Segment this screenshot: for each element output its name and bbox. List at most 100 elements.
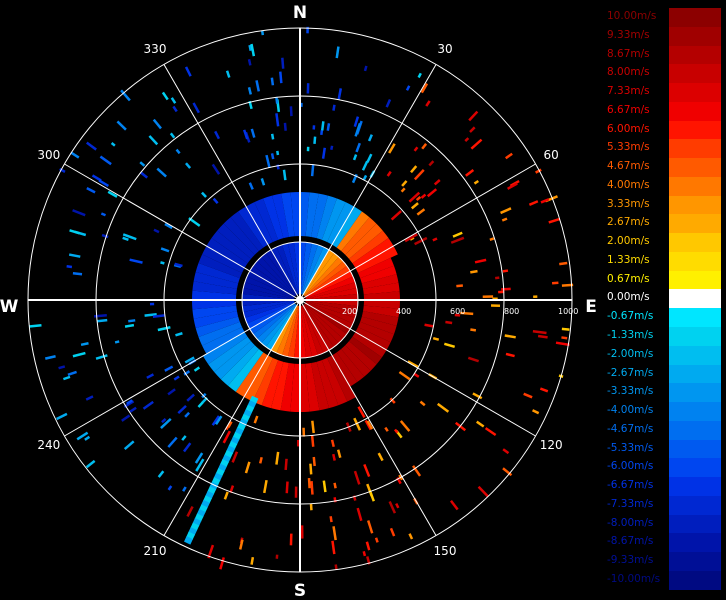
echo-streak bbox=[425, 100, 431, 107]
legend-label: -2.00m/s bbox=[607, 347, 654, 360]
east-label: E bbox=[585, 297, 597, 317]
echo-streak bbox=[250, 128, 256, 138]
echo-streak bbox=[62, 375, 71, 381]
legend-label: -2.67m/s bbox=[607, 366, 654, 379]
legend-entry: 9.33m/s bbox=[605, 26, 721, 46]
legend-entry: 0.67m/s bbox=[605, 270, 721, 290]
echo-streak bbox=[238, 539, 244, 550]
echo-streak bbox=[356, 507, 363, 522]
legend-label: 3.33m/s bbox=[607, 197, 650, 210]
echo-streak bbox=[433, 179, 441, 186]
echo-streak bbox=[388, 501, 397, 514]
legend-entry: -2.67m/s bbox=[605, 364, 721, 384]
echo-streak bbox=[29, 323, 42, 328]
echo-streak bbox=[333, 482, 337, 489]
echo-streak bbox=[489, 237, 495, 241]
echo-streak bbox=[470, 138, 483, 150]
legend-label: -6.67m/s bbox=[607, 479, 654, 492]
echo-streak bbox=[175, 148, 181, 155]
legend-swatch bbox=[669, 214, 721, 234]
echo-streak bbox=[279, 71, 283, 84]
echo-streak bbox=[407, 360, 419, 368]
legend-label: -6.00m/s bbox=[607, 460, 654, 473]
echo-streak bbox=[72, 271, 83, 276]
echo-streak bbox=[363, 463, 371, 478]
echo-streak bbox=[101, 233, 109, 239]
echo-streak bbox=[84, 435, 91, 441]
echo-streak bbox=[193, 366, 201, 372]
range-label: 1000 bbox=[558, 307, 578, 316]
polar-grid bbox=[27, 27, 573, 573]
north-label: N bbox=[293, 3, 307, 23]
legend-label: -9.33m/s bbox=[607, 554, 654, 567]
echo-streak bbox=[502, 269, 509, 273]
echo-streak bbox=[559, 261, 568, 266]
echo-streak bbox=[167, 436, 178, 448]
echo-streak bbox=[167, 485, 173, 491]
echo-streak bbox=[551, 281, 559, 285]
echo-streak bbox=[561, 336, 568, 340]
echo-streak bbox=[244, 461, 251, 474]
echo-streak bbox=[186, 393, 195, 402]
echo-streak bbox=[192, 102, 200, 114]
echo-streak bbox=[398, 370, 411, 381]
echo-streak bbox=[432, 237, 438, 242]
echo-streak bbox=[160, 247, 170, 253]
echo-streak bbox=[275, 451, 280, 465]
legend-label: 7.33m/s bbox=[607, 85, 650, 98]
echo-streak bbox=[445, 320, 453, 325]
echo-streak bbox=[201, 191, 207, 198]
echo-streak bbox=[385, 99, 392, 108]
echo-streak bbox=[335, 46, 340, 59]
echo-streak bbox=[428, 160, 435, 167]
legend-label: -4.00m/s bbox=[607, 404, 654, 417]
legend-label: 8.67m/s bbox=[607, 47, 650, 60]
echo-streak bbox=[247, 86, 252, 95]
echo-streak bbox=[395, 502, 400, 509]
echo-streak bbox=[449, 499, 459, 511]
echo-streak bbox=[212, 197, 219, 205]
echo-streak bbox=[330, 439, 335, 448]
echo-streak bbox=[289, 106, 293, 117]
echo-streak bbox=[436, 402, 450, 413]
azimuth-label: 30 bbox=[437, 42, 452, 56]
echo-streak bbox=[85, 395, 94, 401]
echo-streak bbox=[214, 130, 221, 140]
echo-streak bbox=[390, 210, 402, 221]
echo-streak bbox=[336, 449, 342, 459]
echo-streak bbox=[258, 456, 263, 464]
echo-streak bbox=[467, 356, 480, 363]
echo-streak bbox=[450, 236, 465, 244]
echo-streak bbox=[389, 397, 396, 404]
legend-swatch bbox=[669, 233, 721, 253]
echo-streak bbox=[505, 152, 513, 160]
azimuth-label: 240 bbox=[37, 438, 60, 452]
echo-streak bbox=[408, 533, 414, 540]
legend-label: 5.33m/s bbox=[607, 141, 650, 154]
legend-entry: 5.33m/s bbox=[605, 139, 721, 159]
echo-streak bbox=[482, 295, 494, 299]
legend-entry: 8.67m/s bbox=[605, 45, 721, 65]
legend-label: 8.00m/s bbox=[607, 66, 650, 79]
echo-streak bbox=[306, 83, 310, 94]
legend-label: 9.33m/s bbox=[607, 28, 650, 41]
echo-streak bbox=[149, 302, 155, 306]
legend-swatch bbox=[669, 64, 721, 84]
legend-entry: -2.00m/s bbox=[605, 345, 721, 365]
legend-entry: 4.00m/s bbox=[605, 176, 721, 196]
legend-swatch bbox=[669, 402, 721, 422]
echo-streak bbox=[337, 88, 343, 100]
echo-streak bbox=[219, 557, 225, 570]
echo-streak bbox=[389, 527, 396, 537]
echo-streak bbox=[142, 400, 154, 410]
echo-streak bbox=[355, 142, 361, 153]
legend-swatch bbox=[669, 570, 721, 590]
echo-streak bbox=[313, 136, 317, 144]
echo-streak bbox=[123, 440, 135, 451]
echo-streak bbox=[352, 154, 358, 161]
echo-streak bbox=[170, 97, 177, 104]
echo-streak bbox=[184, 66, 192, 77]
legend-entry: 3.33m/s bbox=[605, 195, 721, 215]
echo-streak bbox=[270, 133, 275, 140]
echo-streak bbox=[473, 179, 479, 185]
